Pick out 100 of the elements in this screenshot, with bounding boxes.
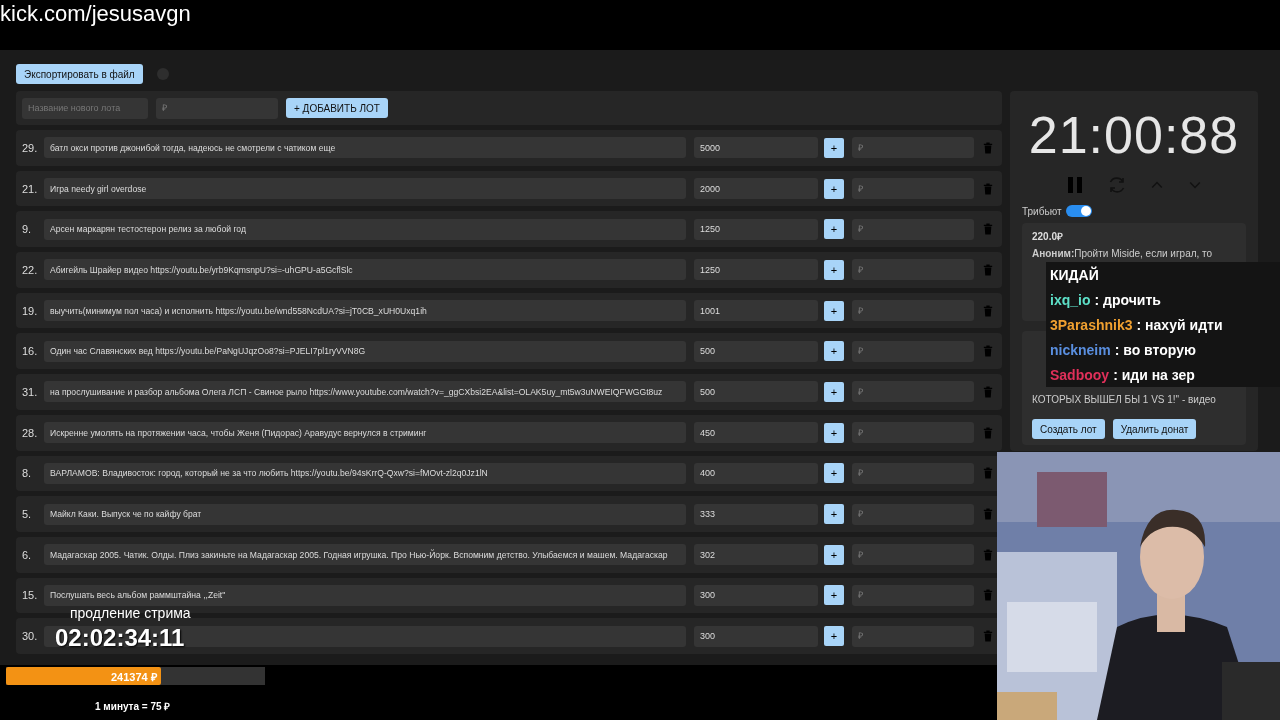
chat-username: nickneim — [1050, 341, 1111, 358]
donation-text: Аноним:Пройти Miside, если играл, то — [1032, 248, 1214, 259]
amount-field[interactable]: 1001 — [694, 300, 818, 322]
chat-text: : иди на зер — [1113, 366, 1195, 383]
trash-icon[interactable] — [983, 182, 993, 195]
trash-icon[interactable] — [983, 508, 993, 521]
chat-text: : нахуй идти — [1136, 316, 1223, 333]
lot-number: 8. — [22, 467, 33, 480]
chat-text: КИДАЙ — [1050, 266, 1099, 283]
export-button[interactable]: Экспортировать в файл — [16, 64, 143, 84]
trash-icon[interactable] — [983, 223, 993, 236]
trash-icon[interactable] — [983, 263, 993, 276]
amount-field[interactable]: 500 — [694, 381, 818, 403]
chat-username: 3Parashnik3 — [1050, 316, 1133, 333]
tribute-toggle[interactable] — [1065, 205, 1092, 217]
add-amount-field[interactable]: ₽ — [852, 259, 974, 281]
add-amount-field[interactable]: ₽ — [852, 422, 974, 444]
amount-field[interactable]: 1250 — [694, 259, 818, 281]
lot-title-field[interactable]: выучить(минимум пол часа) и исполнить https://youtu.be/wnd558NcdUA?si=jT0CB_xUH0Uxq1ih — [44, 300, 686, 322]
lot-number: 19. — [22, 304, 39, 317]
lot-number: 16. — [22, 345, 39, 358]
overlay-caption: продление стрима — [70, 605, 191, 621]
add-amount-field[interactable]: ₽ — [852, 381, 974, 403]
donation-button[interactable]: Создать лот — [1032, 419, 1105, 439]
amount-field[interactable]: 2000 — [694, 178, 818, 200]
lot-number: 30. — [22, 630, 39, 643]
lot-number: 29. — [22, 141, 39, 154]
lot-title-field[interactable]: Послушать весь альбом раммштайна ,,Zeit" — [44, 584, 686, 606]
lot-title-field[interactable]: Абигейль Шрайер видео https://youtu.be/yrb9KqmsnpU?si=-uhGPU-a5GcflSlc — [44, 259, 686, 281]
amount-field[interactable]: 333 — [694, 503, 818, 525]
amount-field[interactable]: 300 — [694, 625, 818, 647]
add-amount-button[interactable]: + — [824, 422, 844, 443]
add-amount-button[interactable]: + — [824, 300, 844, 321]
lot-name-field[interactable]: Название нового лота — [22, 97, 148, 119]
add-amount-button[interactable]: + — [824, 544, 844, 565]
add-amount-field[interactable]: ₽ — [852, 625, 974, 647]
lot-title-field[interactable]: Игра needy girl overdose — [44, 178, 686, 200]
add-amount-button[interactable]: + — [824, 259, 844, 280]
amount-field[interactable]: 300 — [694, 584, 818, 606]
lot-title-field[interactable]: батл окси против джонибой тогда, надеюсь не смотрели с чатиком еще — [44, 137, 686, 159]
trash-icon[interactable] — [983, 630, 993, 643]
add-amount-field[interactable]: ₽ — [852, 584, 974, 606]
amount-field[interactable]: 302 — [694, 544, 818, 566]
add-amount-button[interactable]: + — [824, 341, 844, 362]
lot-number: 28. — [22, 426, 39, 439]
amount-field[interactable]: 500 — [694, 340, 818, 362]
lot-title-field[interactable]: Мадагаскар 2005. Чатик. Олды. Плиз закиньте на Мадагаскар 2005. Годная игрушка. Про Нью-Йорк. Вспомним детство. Улыбаемся и машем. Мадагаскар — [44, 544, 686, 566]
donation-text: КОТОРЫХ ВЫШЕЛ БЫ 1 VS 1!" - видео — [1032, 394, 1217, 405]
trash-icon[interactable] — [983, 141, 993, 154]
lot-title-field[interactable]: Искренне умолять на протяжении часа, чтобы Женя (Пидорас) Аравудус вернулся в стриминг — [44, 422, 686, 444]
lot-number: 5. — [22, 508, 33, 521]
lot-number: 22. — [22, 263, 39, 276]
amount-field[interactable]: 5000 — [694, 137, 818, 159]
trash-icon[interactable] — [983, 589, 993, 602]
add-amount-button[interactable]: + — [824, 585, 844, 606]
add-amount-field[interactable]: ₽ — [852, 300, 974, 322]
amount-field[interactable]: 400 — [694, 462, 818, 484]
url-text: kick.com/jesusavgn — [0, 0, 191, 27]
amount-field[interactable]: 1250 — [694, 218, 818, 240]
price-field[interactable]: ₽ — [156, 97, 278, 119]
add-amount-button[interactable]: + — [824, 504, 844, 525]
add-amount-button[interactable]: + — [824, 178, 844, 199]
add-lot-button[interactable]: + ДОБАВИТЬ ЛОТ — [286, 98, 388, 118]
trash-icon[interactable] — [983, 467, 993, 480]
add-amount-field[interactable]: ₽ — [852, 462, 974, 484]
chat-text: : во вторую — [1114, 341, 1196, 358]
add-amount-field[interactable]: ₽ — [852, 503, 974, 525]
donation-button[interactable]: Удалить донат — [1112, 419, 1197, 439]
donation-amount: 220.0₽ — [1032, 230, 1065, 243]
chat-username: Sadbooy — [1050, 366, 1110, 383]
lot-number: 21. — [22, 182, 39, 195]
lot-title-field[interactable]: на прослушивание и разбор альбома Олега ЛСП - Свиное рыло https://www.youtube.com/watch?v=_ggCXbsi2EA&list=OLAK5uy_mt5w3uNWEIQFWGGt8uz — [44, 381, 686, 403]
trash-icon[interactable] — [983, 548, 993, 561]
lot-title-field[interactable]: Один час Славянских вед https://youtu.be/PaNgUJqzOo8?si=PJELI7pl1ryVVN8G — [44, 340, 686, 362]
add-amount-field[interactable]: ₽ — [852, 218, 974, 240]
trash-icon[interactable] — [983, 304, 993, 317]
add-amount-field[interactable]: ₽ — [852, 137, 974, 159]
trash-icon[interactable] — [983, 385, 993, 398]
lot-title-field[interactable]: Майкл Каки. Выпуск че по кайфу брат — [44, 503, 686, 525]
add-amount-button[interactable]: + — [824, 463, 844, 484]
rate-text: 1 минута = 75 ₽ — [95, 700, 172, 713]
lot-title-field[interactable]: ВАРЛАМОВ: Владивосток: город, который не за что любить https://youtu.be/94sKrrQ-Qxw?si=fMOvt-zl2q0Jz1lN — [44, 462, 686, 484]
pause-icon[interactable] — [1065, 175, 1085, 195]
add-amount-field[interactable]: ₽ — [852, 340, 974, 362]
add-amount-field[interactable]: ₽ — [852, 178, 974, 200]
tribute-label: Трибьют — [1022, 205, 1062, 217]
add-amount-button[interactable]: + — [824, 137, 844, 158]
chat-text: : дрочить — [1094, 291, 1161, 308]
trash-icon[interactable] — [983, 426, 993, 439]
lot-number: 9. — [22, 223, 33, 236]
add-amount-button[interactable]: + — [824, 381, 844, 402]
add-amount-button[interactable]: + — [824, 219, 844, 240]
chat-username: ixq_io — [1050, 291, 1091, 308]
add-amount-button[interactable]: + — [824, 626, 844, 647]
lot-number: 15. — [22, 589, 39, 602]
lot-title-field[interactable]: Арсен маркарян тестостерон релиз за любой год — [44, 218, 686, 240]
lot-number: 31. — [22, 385, 39, 398]
amount-field[interactable]: 450 — [694, 422, 818, 444]
add-amount-field[interactable]: ₽ — [852, 544, 974, 566]
trash-icon[interactable] — [983, 345, 993, 358]
